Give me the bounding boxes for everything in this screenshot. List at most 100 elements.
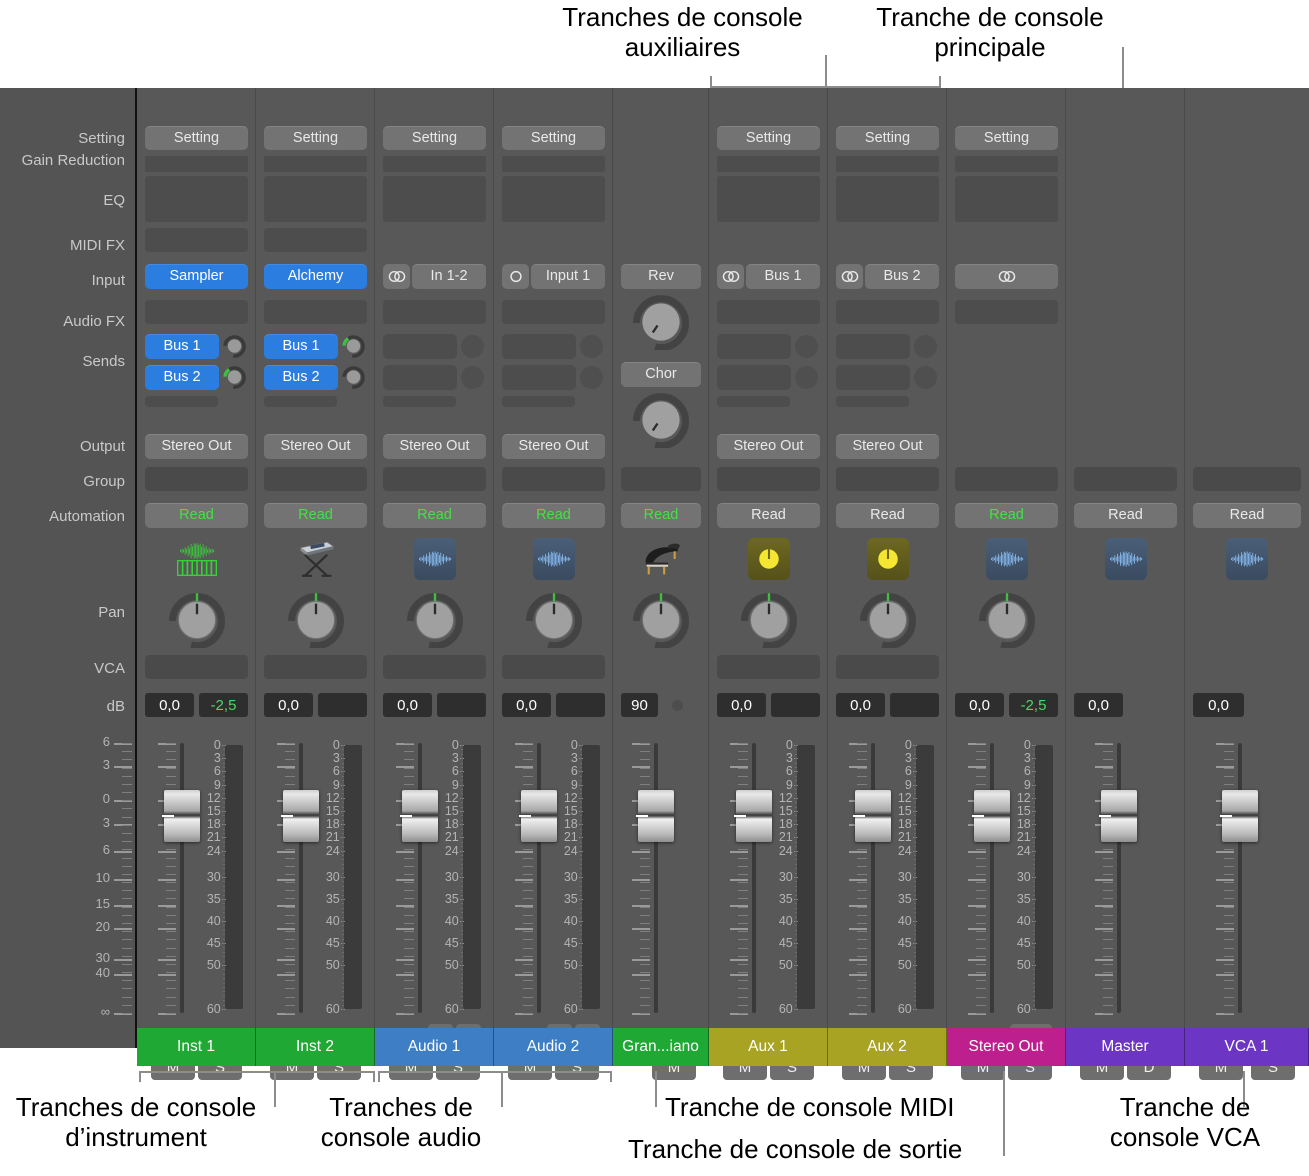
setting-button-inst2[interactable]: Setting (264, 126, 367, 150)
automation-button-inst2[interactable]: Read (264, 503, 367, 528)
group-slot-audio2[interactable] (502, 467, 605, 491)
eq-slot-aux1[interactable] (717, 176, 820, 222)
send-slot-audio1-2[interactable] (383, 365, 457, 390)
midi-reverb-knob-midi[interactable] (633, 294, 689, 352)
eq-slot-aux2[interactable] (836, 176, 939, 222)
setting-button-audio2[interactable]: Setting (502, 126, 605, 150)
pan-knob-inst1[interactable] (168, 592, 225, 650)
output-button-audio2[interactable]: Stereo Out (502, 434, 605, 459)
input-stereo-icon-aux1[interactable] (717, 264, 744, 289)
db-value-inst1[interactable]: 0,0 (145, 693, 194, 717)
db-value-aux2[interactable]: 0,0 (836, 693, 885, 717)
send-slot-aux2-2[interactable] (836, 365, 910, 390)
send-slot-aux1-2[interactable] (717, 365, 791, 390)
setting-button-inst1[interactable]: Setting (145, 126, 248, 150)
eq-slot-stereoout[interactable] (955, 176, 1058, 222)
peak-value-aux2[interactable] (890, 693, 939, 717)
input-button-aux1[interactable]: Bus 1 (746, 264, 820, 289)
send-slot-audio2-2[interactable] (502, 365, 576, 390)
send-level-knob-aux2-2[interactable] (914, 366, 937, 389)
audio-fx-slot-audio2[interactable] (502, 300, 605, 324)
db-value-stereoout[interactable]: 0,0 (955, 693, 1004, 717)
automation-button-audio2[interactable]: Read (502, 503, 605, 528)
audio-fx-slot-audio1[interactable] (383, 300, 486, 324)
eq-slot-audio1[interactable] (383, 176, 486, 222)
group-slot-aux1[interactable] (717, 467, 820, 491)
send-level-knob-aux1-2[interactable] (795, 366, 818, 389)
pan-knob-midi[interactable] (633, 592, 689, 650)
automation-button-master[interactable]: Read (1074, 503, 1177, 528)
group-slot-audio1[interactable] (383, 467, 486, 491)
group-slot-inst1[interactable] (145, 467, 248, 491)
track-name-aux2[interactable]: Aux 2 (828, 1028, 947, 1066)
pan-knob-aux1[interactable] (740, 592, 797, 650)
gain-reduction-slot-aux1[interactable] (717, 156, 820, 172)
setting-button-aux1[interactable]: Setting (717, 126, 820, 150)
audio-fx-slot-aux2[interactable] (836, 300, 939, 324)
pan-knob-audio1[interactable] (406, 592, 463, 650)
midi-chorus-knob-midi[interactable] (633, 392, 689, 450)
input-button-audio1[interactable]: In 1-2 (412, 264, 486, 289)
midi-fx-slot-inst1[interactable] (145, 228, 248, 252)
output-button-aux1[interactable]: Stereo Out (717, 434, 820, 459)
output-button-inst1[interactable]: Stereo Out (145, 434, 248, 459)
send-slot-aux2-3[interactable] (836, 396, 909, 407)
send-level-knob-audio1-1[interactable] (461, 335, 484, 358)
input-stereo-icon-audio1[interactable] (383, 264, 410, 289)
gain-reduction-slot-inst2[interactable] (264, 156, 367, 172)
send-slot-audio2-3[interactable] (502, 396, 575, 407)
audio-fx-slot-stereoout[interactable] (955, 300, 1058, 324)
input-button-inst1[interactable]: Sampler (145, 264, 248, 289)
db-value-inst2[interactable]: 0,0 (264, 693, 313, 717)
send-slot-aux2-1[interactable] (836, 334, 910, 359)
peak-value-audio2[interactable] (556, 693, 605, 717)
db-value-master[interactable]: 0,0 (1074, 693, 1123, 717)
input-mono-icon-audio2[interactable] (502, 264, 529, 289)
audio-fx-slot-aux1[interactable] (717, 300, 820, 324)
db-value-aux1[interactable]: 0,0 (717, 693, 766, 717)
peak-value-stereoout[interactable]: -2,5 (1009, 693, 1058, 717)
pan-knob-stereoout[interactable] (978, 592, 1035, 650)
send-slot-aux1-3[interactable] (717, 396, 790, 407)
gain-reduction-slot-audio2[interactable] (502, 156, 605, 172)
send-slot-audio1-3[interactable] (383, 396, 456, 407)
send-level-knob-audio1-2[interactable] (461, 366, 484, 389)
gain-reduction-slot-inst1[interactable] (145, 156, 248, 172)
vca-slot-audio2[interactable] (502, 655, 605, 679)
automation-button-midi[interactable]: Read (621, 503, 701, 528)
send-button-inst1-1[interactable]: Bus 1 (145, 334, 219, 359)
vca-slot-aux2[interactable] (836, 655, 939, 679)
setting-button-aux2[interactable]: Setting (836, 126, 939, 150)
midi-chorus-button-midi[interactable]: Chor (621, 362, 701, 387)
automation-button-audio1[interactable]: Read (383, 503, 486, 528)
gain-reduction-slot-stereoout[interactable] (955, 156, 1058, 172)
automation-button-inst1[interactable]: Read (145, 503, 248, 528)
input-button-audio2[interactable]: Input 1 (531, 264, 605, 289)
send-slot-aux1-1[interactable] (717, 334, 791, 359)
send-slot-inst2-3[interactable] (264, 396, 337, 407)
track-name-inst1[interactable]: Inst 1 (137, 1028, 256, 1066)
gain-reduction-slot-audio1[interactable] (383, 156, 486, 172)
midi-reverb-button-midi[interactable]: Rev (621, 264, 701, 289)
track-name-audio1[interactable]: Audio 1 (375, 1028, 494, 1066)
send-level-knob-inst2-2[interactable] (342, 366, 365, 389)
track-name-audio2[interactable]: Audio 2 (494, 1028, 613, 1066)
send-level-knob-inst1-2[interactable] (223, 366, 246, 389)
input-stereo-icon-stereoout[interactable] (955, 264, 1058, 289)
send-slot-inst1-3[interactable] (145, 396, 218, 407)
peak-value-audio1[interactable] (437, 693, 486, 717)
pan-knob-inst2[interactable] (287, 592, 344, 650)
eq-slot-inst1[interactable] (145, 176, 248, 222)
midi-fx-slot-inst2[interactable] (264, 228, 367, 252)
gain-reduction-slot-aux2[interactable] (836, 156, 939, 172)
track-name-inst2[interactable]: Inst 2 (256, 1028, 375, 1066)
db-value-vca1[interactable]: 0,0 (1193, 693, 1244, 717)
send-level-knob-inst1-1[interactable] (223, 335, 246, 358)
output-button-audio1[interactable]: Stereo Out (383, 434, 486, 459)
send-button-inst1-2[interactable]: Bus 2 (145, 365, 219, 390)
send-level-knob-aux2-1[interactable] (914, 335, 937, 358)
input-stereo-icon-aux2[interactable] (836, 264, 863, 289)
send-slot-audio2-1[interactable] (502, 334, 576, 359)
send-button-inst2-2[interactable]: Bus 2 (264, 365, 338, 390)
vca-slot-inst1[interactable] (145, 655, 248, 679)
